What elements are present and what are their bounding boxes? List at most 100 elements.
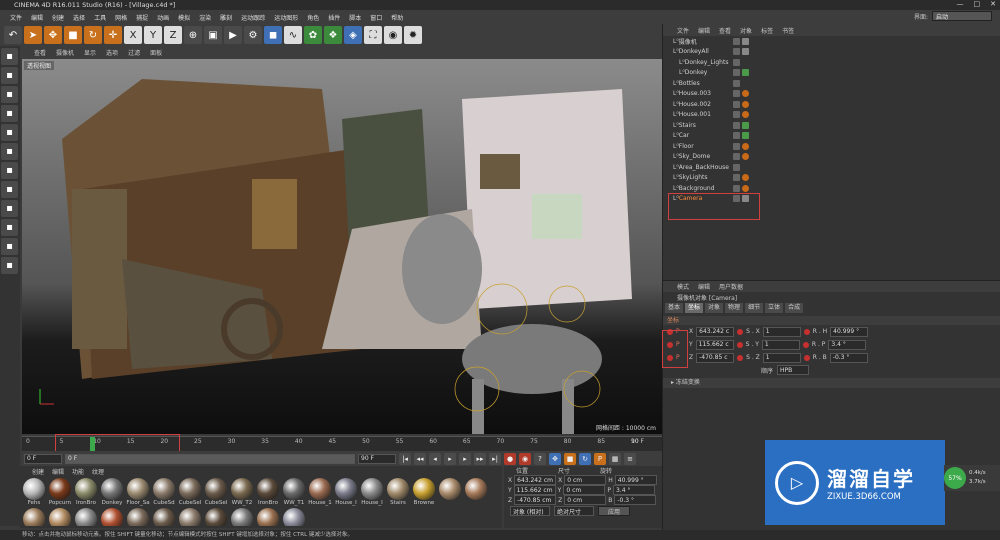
object-row[interactable]: L⁰ Stairs	[663, 120, 1000, 131]
position-field[interactable]: -470.85 cm	[514, 495, 557, 505]
attribute-tab[interactable]: 合成	[785, 303, 804, 313]
object-row[interactable]: L⁰ Car	[663, 131, 1000, 142]
record-button[interactable]: ●	[504, 452, 516, 465]
menu-item[interactable]: 工具	[94, 13, 106, 22]
scene-icon[interactable]: ⛶	[364, 26, 382, 44]
object-tag-icon[interactable]	[742, 100, 749, 108]
material-swatch[interactable]: Browne	[412, 478, 436, 506]
scale-value-field[interactable]: 1	[762, 352, 801, 363]
viewport-menu-item[interactable]: 摄像机	[56, 48, 74, 57]
rotation-field[interactable]: -0.3 °	[614, 495, 657, 505]
viewport[interactable]: 透视视图 网格间距 : 10000 cm	[22, 59, 662, 434]
menu-item[interactable]: 雕刻	[220, 13, 232, 22]
attribute-tab[interactable]: 细节	[745, 303, 764, 313]
attribute-tab[interactable]: 坐标	[685, 303, 704, 313]
material-swatch[interactable]	[152, 508, 176, 526]
object-tag-icon[interactable]	[742, 48, 749, 56]
attribute-tab[interactable]: 对象	[705, 303, 724, 313]
material-swatch[interactable]	[74, 508, 98, 526]
visibility-toggle[interactable]	[733, 163, 740, 171]
menu-item[interactable]: 运动图形	[274, 13, 298, 22]
end-frame-field[interactable]: 90 F	[358, 453, 396, 464]
object-row[interactable]: L⁰ House.003	[663, 89, 1000, 100]
position-field[interactable]: 643.242 cm	[514, 475, 557, 485]
material-menu-item[interactable]: 编辑	[52, 467, 64, 476]
coord-icon[interactable]: ⊕	[184, 26, 202, 44]
menu-item[interactable]: 模拟	[178, 13, 190, 22]
visibility-toggle[interactable]	[733, 111, 740, 119]
spline-icon[interactable]: ∿	[284, 26, 302, 44]
scale-value-field[interactable]: 1	[762, 326, 801, 337]
viewport-menu-item[interactable]: 查看	[34, 48, 46, 57]
object-menu-item[interactable]: 编辑	[698, 26, 710, 35]
undo-icon[interactable]: ↶	[4, 26, 22, 44]
material-swatch[interactable]: WW_T2	[230, 478, 254, 506]
object-row[interactable]: L⁰ House.001	[663, 110, 1000, 121]
x-axis-icon[interactable]: X	[124, 26, 142, 44]
object-row[interactable]: L⁰ Background	[663, 183, 1000, 194]
cube-icon[interactable]: ◼	[264, 26, 282, 44]
object-tag-icon[interactable]	[742, 121, 749, 129]
attribute-tab[interactable]: 立体	[765, 303, 784, 313]
pointer-icon[interactable]: ➤	[24, 26, 42, 44]
size-field[interactable]: 0 cm	[564, 495, 607, 505]
material-swatch[interactable]: House_I	[334, 478, 358, 506]
keyframe-toggle[interactable]	[737, 354, 744, 361]
material-swatch[interactable]: House_I	[360, 478, 384, 506]
workplane-icon[interactable]: ▪	[1, 86, 18, 103]
freeze-transform-section[interactable]: ▸ 冻结变换	[663, 378, 1000, 388]
menu-item[interactable]: 选择	[73, 13, 85, 22]
visibility-toggle[interactable]	[733, 90, 740, 98]
size-field[interactable]: 0 cm	[563, 485, 606, 495]
scale-key-button[interactable]: ■	[564, 452, 576, 465]
object-row[interactable]: L⁰ Donkey_Lights	[663, 57, 1000, 68]
plane-icon[interactable]: ▪	[1, 257, 18, 274]
menu-item[interactable]: 窗口	[370, 13, 382, 22]
attribute-tab[interactable]: 物理	[725, 303, 744, 313]
material-swatch[interactable]: CubeSel	[204, 478, 228, 506]
polygons-mode-icon[interactable]: ▪	[1, 143, 18, 160]
material-swatch[interactable]	[22, 508, 46, 526]
object-row[interactable]: L⁰ Bottles	[663, 78, 1000, 89]
visibility-toggle[interactable]	[733, 121, 740, 129]
object-tag-icon[interactable]	[742, 153, 749, 161]
maximize-button[interactable]: □	[974, 0, 981, 8]
z-axis-icon[interactable]: Z	[164, 26, 182, 44]
viewport-menu-item[interactable]: 选项	[106, 48, 118, 57]
attribute-menu-item[interactable]: 编辑	[698, 282, 710, 291]
material-swatch[interactable]	[464, 478, 488, 506]
position-key-button[interactable]: ✥	[549, 452, 561, 465]
keyframe-toggle[interactable]	[803, 354, 810, 361]
menu-item[interactable]: 帮助	[391, 13, 403, 22]
position-value-field[interactable]: 115.662 c	[695, 339, 734, 350]
scale-value-field[interactable]: 1	[761, 339, 800, 350]
size-mode-dropdown[interactable]: 绝对尺寸	[554, 506, 594, 516]
object-row[interactable]: L⁰ DonkeyAll	[663, 47, 1000, 58]
material-swatch[interactable]: Popcurn	[48, 478, 72, 506]
autokey-button[interactable]: ◉	[519, 452, 531, 465]
object-menu-item[interactable]: 查看	[719, 26, 731, 35]
menu-item[interactable]: 角色	[307, 13, 319, 22]
visibility-toggle[interactable]	[733, 69, 740, 77]
visibility-toggle[interactable]	[733, 153, 740, 161]
y-axis-icon[interactable]: Y	[144, 26, 162, 44]
attribute-menu-item[interactable]: 模式	[677, 282, 689, 291]
viewport-menu-item[interactable]: 过滤	[128, 48, 140, 57]
material-swatch[interactable]: WW_T1	[282, 478, 306, 506]
material-menu-item[interactable]: 纹理	[92, 467, 104, 476]
param-key-button[interactable]: P	[594, 452, 606, 465]
material-swatch[interactable]	[438, 478, 462, 506]
menu-item[interactable]: 动画	[157, 13, 169, 22]
material-swatch[interactable]: IronBro	[74, 478, 98, 506]
position-field[interactable]: 115.662 cm	[513, 485, 556, 495]
texture-mode-icon[interactable]: ▪	[1, 67, 18, 84]
visibility-toggle[interactable]	[733, 58, 740, 66]
material-menu-item[interactable]: 功能	[72, 467, 84, 476]
keyframe-toggle[interactable]	[736, 341, 743, 348]
material-swatch[interactable]: IronBro	[256, 478, 280, 506]
position-value-field[interactable]: 643.242 c	[696, 326, 735, 337]
visibility-toggle[interactable]	[733, 174, 740, 182]
object-tag-icon[interactable]	[742, 37, 749, 45]
apply-button[interactable]: 应用	[598, 506, 630, 516]
material-swatch[interactable]	[126, 508, 150, 526]
